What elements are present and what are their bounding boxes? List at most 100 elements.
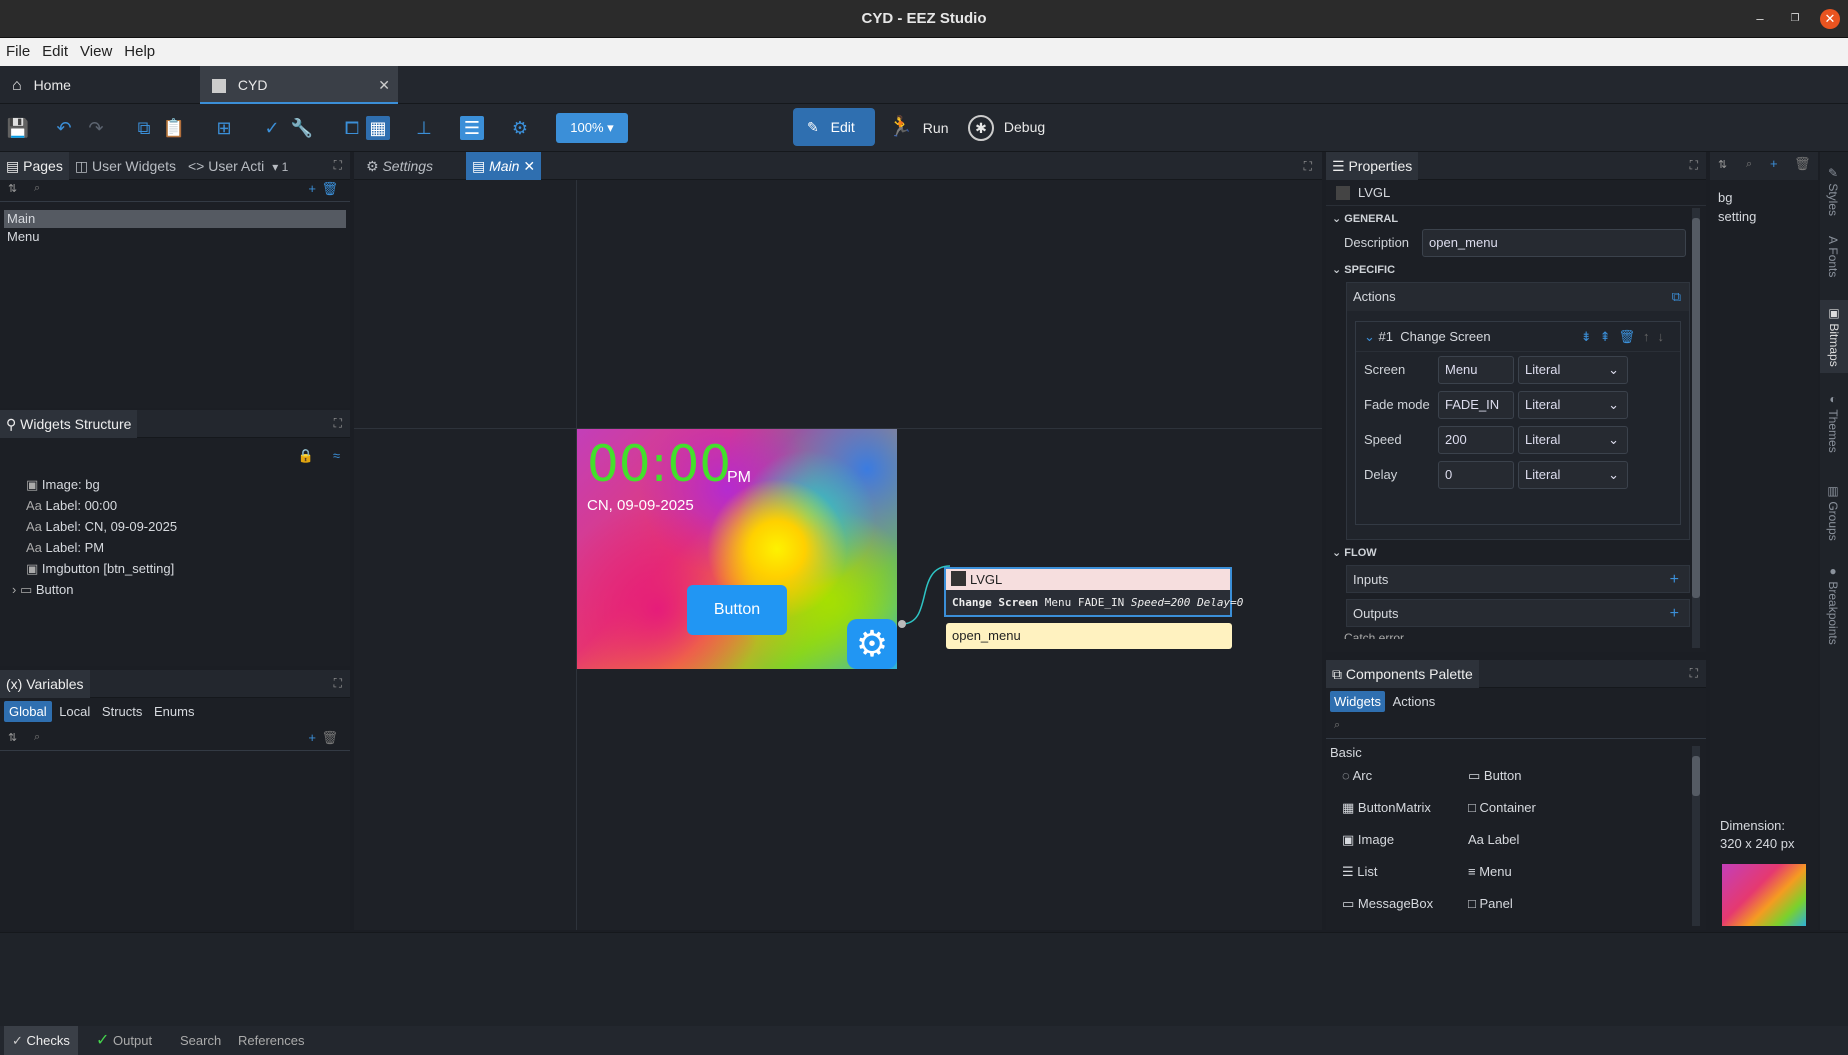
menu-help[interactable]: Help xyxy=(118,38,161,66)
tab-home[interactable]: ⌂ Home xyxy=(0,66,200,104)
tab-main[interactable]: ▤ Main ✕ xyxy=(466,152,542,180)
expand-icon[interactable]: ⧉ xyxy=(1672,283,1681,311)
action-tools[interactable]: ⇟⇞🗑↑↓ xyxy=(1581,322,1672,352)
table-row[interactable]: ▣ Image: bg xyxy=(26,474,350,495)
copy-icon[interactable]: ⧉ xyxy=(132,116,156,140)
action-node[interactable]: LVGL Change Screen Menu FADE_IN Speed=20… xyxy=(944,567,1243,617)
catch-error-row[interactable]: Catch error xyxy=(1344,631,1706,639)
check-icon[interactable]: ✓ xyxy=(260,116,284,140)
tab-global[interactable]: Global xyxy=(4,701,52,722)
node-description[interactable]: open_menu xyxy=(946,623,1232,649)
comment-icon[interactable]: ☰ xyxy=(460,116,484,140)
debug-mode-button[interactable]: ✱ Debug xyxy=(968,108,1045,146)
list-item[interactable]: Main xyxy=(4,210,346,228)
palette-arc[interactable]: ◌ Arc xyxy=(1342,768,1372,783)
property-mode-select[interactable]: Literal ⌄ xyxy=(1518,461,1628,489)
palette-search[interactable]: ⌕ xyxy=(1326,717,1706,739)
maximize-panel-icon[interactable]: ⛶ xyxy=(334,416,342,431)
property-value-input[interactable]: 200 xyxy=(1438,426,1514,454)
property-value-input[interactable]: 0 xyxy=(1438,461,1514,489)
inputs-row[interactable]: Inputs + xyxy=(1346,565,1690,593)
tab-user-actions[interactable]: <> User Acti xyxy=(182,152,270,180)
settings-gear-icon[interactable]: ⚙ xyxy=(508,116,532,140)
tab-components-palette[interactable]: ⧉ Components Palette xyxy=(1326,660,1479,688)
palette-buttonmatrix[interactable]: ▦ ButtonMatrix xyxy=(1342,800,1431,816)
add-page-icon[interactable]: + xyxy=(308,181,316,196)
run-mode-button[interactable]: 🏃 Run xyxy=(888,108,948,146)
close-window-icon[interactable]: ✕ xyxy=(1820,9,1840,29)
palette-menu[interactable]: ≡ Menu xyxy=(1468,864,1512,879)
tab-user-widgets[interactable]: ◫ User Widgets xyxy=(69,152,182,180)
sort-icon[interactable]: ⇅ xyxy=(8,731,17,744)
widget-icon[interactable]: ⊞ xyxy=(212,116,236,140)
build-icon[interactable]: 🔧 xyxy=(290,116,314,140)
tab-widgets-structure[interactable]: ⚲ Widgets Structure xyxy=(0,410,138,438)
minimize-icon[interactable]: – xyxy=(1750,9,1770,29)
sort-icon[interactable]: ⇅ xyxy=(1718,158,1727,171)
list-item[interactable]: bg xyxy=(1718,188,1818,207)
time-label[interactable]: 00:00 xyxy=(587,435,731,493)
pages-search[interactable]: ⇅ ⌕ + 🗑 xyxy=(0,180,350,202)
tab-themes[interactable]: ◐ Themes xyxy=(1826,392,1840,453)
collapse-icon[interactable]: ≈ xyxy=(333,448,340,463)
tab-cyd[interactable]: CYD ✕ xyxy=(200,66,398,104)
tab-search[interactable]: Search xyxy=(180,1026,221,1055)
maximize-panel-icon[interactable]: ⛶ xyxy=(1690,666,1698,681)
list-item[interactable]: Menu xyxy=(0,228,350,246)
table-row[interactable]: Aa Label: CN, 09-09-2025 xyxy=(26,516,350,537)
maximize-panel-icon[interactable]: ⛶ xyxy=(334,158,342,173)
section-flow[interactable]: ⌄ FLOW xyxy=(1326,540,1706,559)
delete-variable-icon[interactable]: 🗑 xyxy=(321,730,338,746)
maximize-panel-icon[interactable]: ⛶ xyxy=(334,676,342,691)
grid-icon[interactable]: ▦ xyxy=(366,116,390,140)
delete-bitmap-icon[interactable]: 🗑 xyxy=(1794,156,1811,172)
section-general[interactable]: ⌄ GENERAL xyxy=(1326,206,1706,225)
screen-button[interactable]: Button xyxy=(687,585,787,635)
setting-imgbutton[interactable]: ⚙ xyxy=(847,619,897,669)
tab-structs[interactable]: Structs xyxy=(98,701,146,722)
add-variable-icon[interactable]: + xyxy=(308,730,316,745)
menu-view[interactable]: View xyxy=(74,38,118,66)
palette-label[interactable]: Aa Label xyxy=(1468,832,1519,847)
scrollbar[interactable] xyxy=(1692,746,1700,926)
tabs-overflow[interactable]: ▾ 1 xyxy=(270,153,290,181)
section-specific[interactable]: ⌄ SPECIFIC xyxy=(1326,261,1706,276)
close-tab-icon[interactable]: ✕ xyxy=(378,66,390,104)
list-item[interactable]: setting xyxy=(1718,207,1818,226)
palette-list[interactable]: ☰ List xyxy=(1342,864,1378,880)
tab-widgets[interactable]: Widgets xyxy=(1330,691,1385,712)
palette-button[interactable]: ▭ Button xyxy=(1468,768,1522,784)
tab-properties[interactable]: ☰ Properties xyxy=(1326,152,1419,180)
table-row[interactable]: ▣ Imgbutton [btn_setting] xyxy=(26,558,350,579)
tab-references[interactable]: References xyxy=(238,1026,304,1055)
property-mode-select[interactable]: Literal ⌄ xyxy=(1518,426,1628,454)
ampm-label[interactable]: PM xyxy=(727,469,751,487)
menu-file[interactable]: File xyxy=(0,38,36,66)
frame-icon[interactable]: ⧠ xyxy=(340,116,364,140)
chevron-down-icon[interactable]: ⌄ xyxy=(1364,329,1375,344)
tab-enums[interactable]: Enums xyxy=(150,701,198,722)
tab-pages[interactable]: ▤ Pages xyxy=(0,152,69,180)
property-value-input[interactable]: Menu xyxy=(1438,356,1514,384)
tab-fonts[interactable]: A Fonts xyxy=(1826,236,1840,277)
tab-checks[interactable]: ✓ Checks xyxy=(4,1026,78,1055)
property-value-input[interactable]: FADE_IN xyxy=(1438,391,1514,419)
hierarchy-icon[interactable]: ⊥ xyxy=(412,116,436,140)
tab-breakpoints[interactable]: ● Breakpoints xyxy=(1826,564,1840,645)
delete-page-icon[interactable]: 🗑 xyxy=(321,181,338,197)
sort-icon[interactable]: ⇅ xyxy=(8,182,17,195)
property-mode-select[interactable]: Literal ⌄ xyxy=(1518,356,1628,384)
property-mode-select[interactable]: Literal ⌄ xyxy=(1518,391,1628,419)
variables-search[interactable]: ⇅ ⌕ + 🗑 xyxy=(0,729,350,751)
scrollbar[interactable] xyxy=(1692,208,1700,648)
screen-preview[interactable]: 00:00 PM CN, 09-09-2025 Button ⚙ xyxy=(577,429,897,669)
tab-groups[interactable]: ▥ Groups xyxy=(1826,484,1840,541)
paste-icon[interactable]: 📋 xyxy=(162,116,186,140)
add-output-icon[interactable]: + xyxy=(1670,600,1679,628)
palette-container[interactable]: □ Container xyxy=(1468,800,1536,815)
tab-local[interactable]: Local xyxy=(55,701,94,722)
zoom-dropdown[interactable]: 100% ▾ xyxy=(556,113,628,143)
maximize-panel-icon[interactable]: ⛶ xyxy=(1690,158,1698,173)
tab-settings[interactable]: ⚙ Settings xyxy=(366,152,433,180)
outputs-row[interactable]: Outputs + xyxy=(1346,599,1690,627)
